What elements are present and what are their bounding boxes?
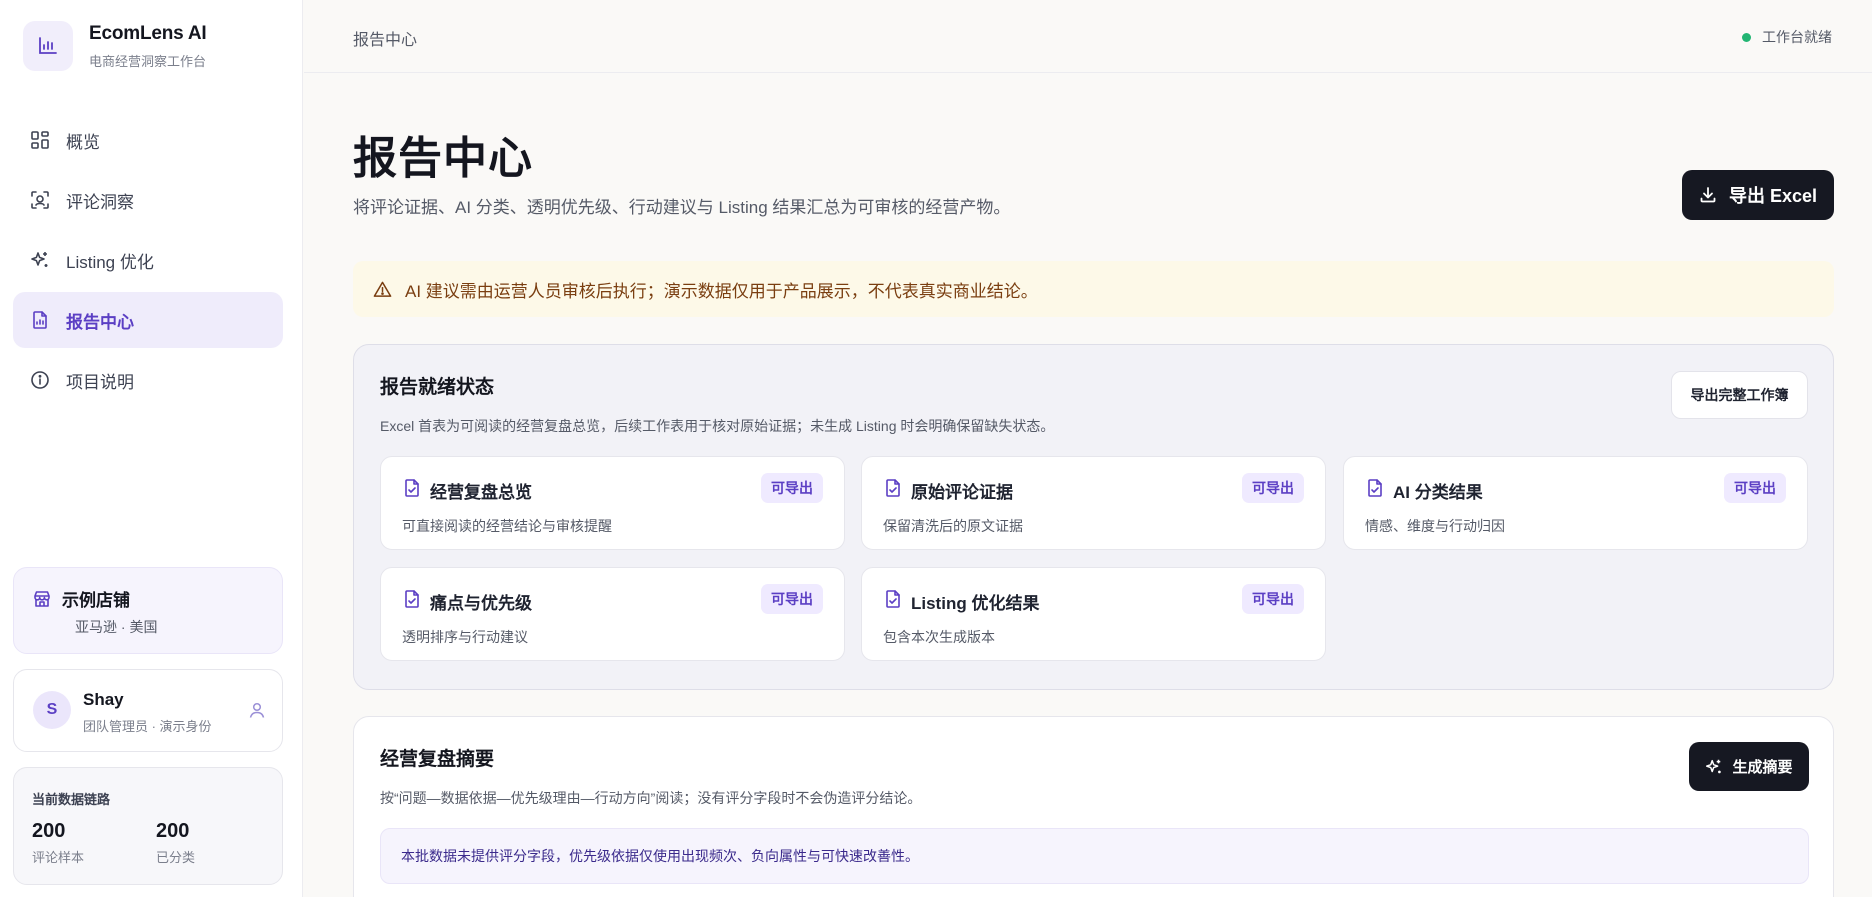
warning-triangle-icon: [373, 280, 392, 299]
user-role: 团队管理员 · 演示身份: [83, 719, 212, 734]
export-workbook-button[interactable]: 导出完整工作簿: [1671, 371, 1808, 419]
summary-title: 经营复盘摘要: [380, 749, 495, 770]
scan-face-icon: [29, 189, 51, 211]
avatar: S: [33, 691, 71, 729]
sheet-card-ai-classification[interactable]: AI 分类结果 可导出 情感、维度与行动归因: [1343, 456, 1808, 550]
file-check-icon: [402, 589, 422, 614]
sidebar-item-label: Listing 优化: [66, 252, 154, 272]
sheet-card-overview[interactable]: 经营复盘总览 可导出 可直接阅读的经营结论与审核提醒: [380, 456, 845, 550]
status-dot-icon: [1742, 32, 1751, 42]
sidebar-item-label: 报告中心: [66, 312, 134, 332]
status-text: 工作台就绪: [1762, 29, 1832, 45]
sheet-desc: 透明排序与行动建议: [402, 629, 528, 645]
file-check-icon: [1365, 478, 1385, 503]
file-check-icon: [883, 478, 903, 503]
export-excel-label: 导出 Excel: [1728, 186, 1818, 206]
user-name: Shay: [83, 690, 124, 709]
sparkles-icon: [1705, 758, 1723, 776]
store-meta: 亚马逊 · 美国: [75, 619, 158, 635]
sheet-desc: 可直接阅读的经营结论与审核提醒: [402, 518, 612, 534]
sidebar-item-overview[interactable]: 概览: [13, 112, 283, 168]
sheet-name: Listing 优化结果: [911, 594, 1040, 613]
brand-subtitle: 电商经营洞察工作台: [89, 53, 207, 69]
export-excel-button[interactable]: 导出 Excel: [1682, 170, 1834, 220]
sheet-desc: 包含本次生成版本: [883, 629, 995, 645]
report-ready-panel: 报告就绪状态 Excel 首表为可阅读的经营复盘总览，后续工作表用于核对原始证据…: [353, 344, 1834, 690]
brand-name: EcomLens AI: [89, 22, 207, 44]
sidebar-item-label: 项目说明: [66, 372, 134, 392]
ready-title: 报告就绪状态: [380, 377, 495, 398]
generate-summary-button[interactable]: 生成摘要: [1689, 742, 1809, 791]
sheet-desc: 保留清洗后的原文证据: [883, 518, 1023, 534]
brand[interactable]: EcomLens AI 电商经营洞察工作台: [23, 21, 207, 71]
generate-summary-label: 生成摘要: [1732, 759, 1793, 776]
stat-value: 200: [156, 820, 190, 842]
download-icon: [1699, 186, 1717, 204]
sparkles-icon: [29, 249, 51, 271]
sheet-name: 原始评论证据: [911, 483, 1013, 502]
stat-classified: 200 已分类: [156, 820, 195, 866]
bar-chart-icon: [23, 21, 73, 71]
summary-panel: 经营复盘摘要 按“问题—数据依据—优先级理由—行动方向”阅读；没有评分字段时不会…: [353, 716, 1834, 897]
summary-desc: 按“问题—数据依据—优先级理由—行动方向”阅读；没有评分字段时不会伪造评分结论。: [380, 790, 922, 806]
warning-banner: AI 建议需由运营人员审核后执行；演示数据仅用于产品展示，不代表真实商业结论。: [353, 261, 1834, 317]
sheet-name: 经营复盘总览: [430, 483, 532, 502]
sidebar-item-listing[interactable]: Listing 优化: [13, 232, 283, 288]
sidebar-nav: 概览 评论洞察 Listing 优化 报告中心 项目说明: [13, 112, 283, 412]
stat-review-samples: 200 评论样本: [32, 820, 84, 866]
sidebar-item-project-info[interactable]: 项目说明: [13, 352, 283, 408]
sheet-name: AI 分类结果: [1393, 483, 1483, 502]
warning-text: AI 建议需由运营人员审核后执行；演示数据仅用于产品展示，不代表真实商业结论。: [405, 281, 1038, 301]
data-link-title: 当前数据链路: [32, 792, 111, 807]
sheet-card-pain-points[interactable]: 痛点与优先级 可导出 透明排序与行动建议: [380, 567, 845, 661]
report-file-icon: [29, 309, 51, 331]
exportable-badge: 可导出: [761, 473, 823, 503]
sidebar-item-label: 概览: [66, 132, 100, 152]
topbar: 报告中心 工作台就绪: [304, 0, 1872, 73]
file-check-icon: [883, 589, 903, 614]
sheet-card-raw-reviews[interactable]: 原始评论证据 可导出 保留清洗后的原文证据: [861, 456, 1326, 550]
store-name: 示例店铺: [62, 591, 130, 610]
stat-value: 200: [32, 820, 66, 842]
exportable-badge: 可导出: [1724, 473, 1786, 503]
stat-label: 已分类: [156, 850, 196, 865]
breadcrumb[interactable]: 报告中心: [353, 26, 417, 50]
sidebar-item-label: 评论洞察: [66, 192, 134, 212]
data-link-card: 当前数据链路 200 评论样本 200 已分类: [13, 767, 283, 885]
store-icon: [32, 589, 52, 614]
user-icon[interactable]: [248, 701, 266, 724]
summary-note: 本批数据未提供评分字段，优先级依据仅使用出现频次、负向属性与可快速改善性。: [380, 828, 1809, 884]
ready-desc: Excel 首表为可阅读的经营复盘总览，后续工作表用于核对原始证据；未生成 Li…: [380, 418, 1055, 434]
sidebar-item-review-insights[interactable]: 评论洞察: [13, 172, 283, 228]
exportable-badge: 可导出: [1242, 584, 1304, 614]
page-subtitle: 将评论证据、AI 分类、透明优先级、行动建议与 Listing 结果汇总为可审核…: [353, 198, 1011, 217]
store-card[interactable]: 示例店铺 亚马逊 · 美国: [13, 567, 283, 654]
exportable-badge: 可导出: [761, 584, 823, 614]
sheet-card-listing-results[interactable]: Listing 优化结果 可导出 包含本次生成版本: [861, 567, 1326, 661]
info-icon: [29, 369, 51, 391]
sheet-desc: 情感、维度与行动归因: [1365, 518, 1505, 534]
workspace-status: 工作台就绪: [1742, 27, 1832, 47]
sidebar: EcomLens AI 电商经营洞察工作台 概览 评论洞察 Listing 优化…: [0, 0, 303, 897]
page-title: 报告中心: [353, 134, 533, 183]
stat-label: 评论样本: [32, 850, 85, 865]
sheet-name: 痛点与优先级: [430, 594, 532, 613]
file-check-icon: [402, 478, 422, 503]
grid-icon: [29, 129, 51, 151]
sidebar-item-report-center[interactable]: 报告中心: [13, 292, 283, 348]
user-card[interactable]: S Shay 团队管理员 · 演示身份: [13, 669, 283, 752]
exportable-badge: 可导出: [1242, 473, 1304, 503]
